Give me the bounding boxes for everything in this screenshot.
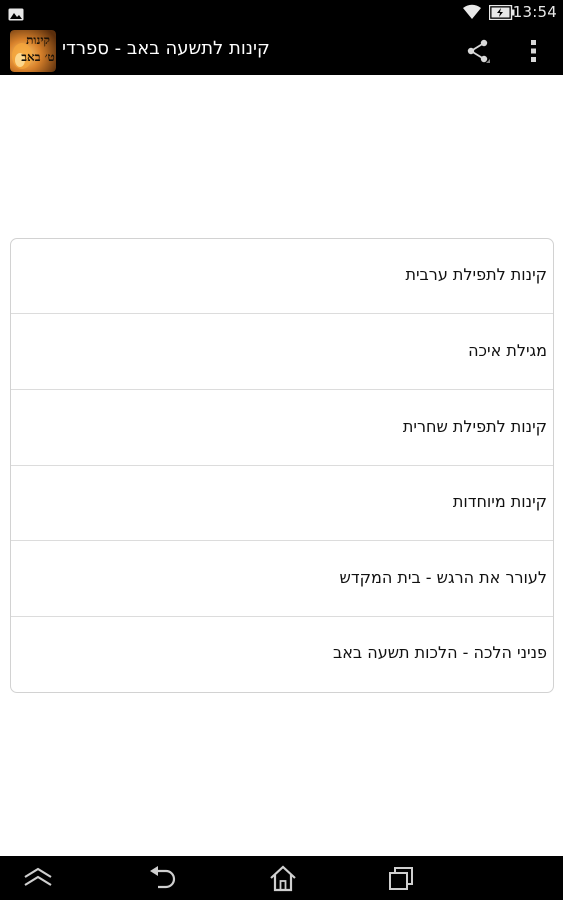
recent-apps-icon — [389, 867, 413, 890]
menu-item-label: פניני הלכה - הלכות תשעה באב — [332, 643, 547, 662]
back-icon — [150, 866, 176, 889]
menu-up-icon — [24, 867, 52, 886]
app-icon[interactable]: קינות ט׳ באב — [10, 30, 56, 72]
home-icon — [270, 865, 296, 892]
menu-item-arvit-kinot[interactable]: קינות לתפילת ערבית — [11, 239, 553, 314]
menu-item-megillat-eicha[interactable]: מגילת איכה — [11, 315, 553, 390]
overflow-menu-icon — [531, 40, 536, 62]
app-title: קינות לתשעה באב - ספרדי — [62, 38, 270, 59]
menu-list: קינות לתפילת ערבית מגילת איכה קינות לתפי… — [10, 238, 554, 693]
app-icon-label: קינות ט׳ באב — [21, 33, 55, 64]
picture-notification-icon — [8, 6, 24, 21]
recent-apps-button[interactable] — [372, 856, 432, 900]
action-bar: קינות ט׳ באב קינות לתשעה באב - ספרדי — [0, 26, 563, 75]
back-button[interactable] — [132, 856, 192, 900]
status-clock: 13:54 — [512, 3, 557, 21]
navigation-bar — [0, 856, 563, 900]
menu-item-label: קינות לתפילת שחרית — [402, 417, 547, 436]
wifi-icon — [462, 4, 482, 20]
menu-item-beit-hamikdash[interactable]: לעורר את הרגש - בית המקדש — [11, 542, 553, 617]
status-bar: 13:54 — [0, 0, 563, 26]
menu-item-label: מגילת איכה — [468, 341, 547, 360]
menu-item-label: לעורר את הרגש - בית המקדש — [339, 568, 547, 587]
menu-item-special-kinot[interactable]: קינות מיוחדות — [11, 466, 553, 541]
share-icon — [467, 39, 490, 63]
menu-item-peninei-halacha[interactable]: פניני הלכה - הלכות תשעה באב — [11, 617, 553, 692]
menu-item-shacharit-kinot[interactable]: קינות לתפילת שחרית — [11, 391, 553, 466]
home-button[interactable] — [252, 856, 312, 900]
menu-item-label: קינות לתפילת ערבית — [405, 265, 547, 284]
menu-up-button[interactable] — [10, 856, 70, 900]
share-button[interactable] — [452, 26, 500, 75]
menu-item-label: קינות מיוחדות — [452, 492, 547, 511]
overflow-menu-button[interactable] — [512, 26, 556, 75]
battery-charging-icon — [488, 4, 515, 21]
